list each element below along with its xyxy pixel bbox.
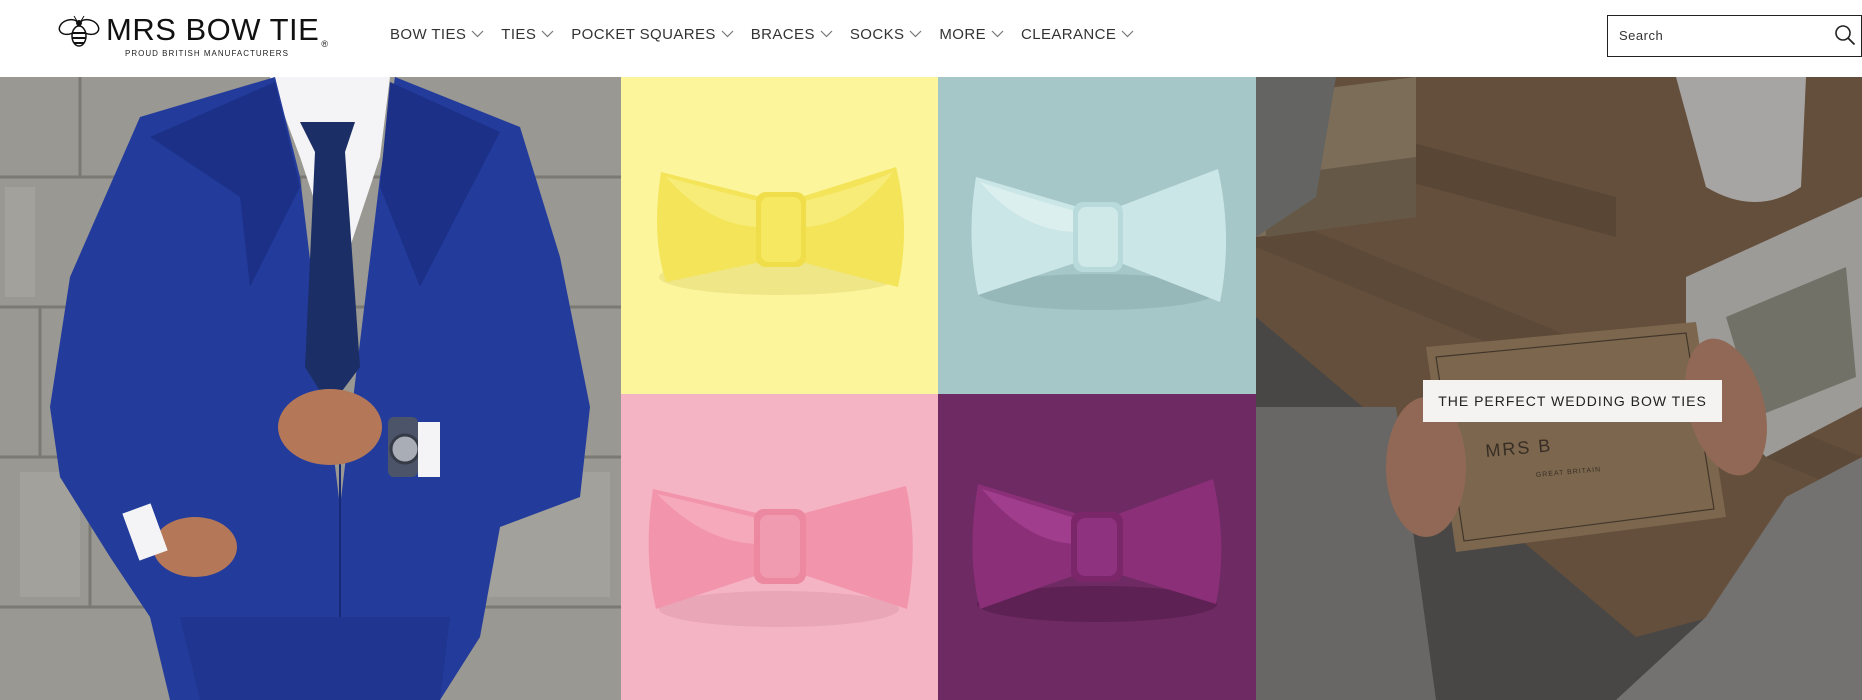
hero-pink-bowtie-panel[interactable] [621, 394, 938, 700]
search-box [1607, 15, 1862, 57]
brand-name: MRS BOW TIE ® [106, 12, 329, 49]
wedding-bow-ties-button[interactable]: THE PERFECT WEDDING BOW TIES [1423, 380, 1722, 422]
nav-bow-ties[interactable]: BOW TIES [390, 26, 484, 43]
nav-more[interactable]: MORE [939, 26, 1004, 43]
nav-pocket-squares[interactable]: POCKET SQUARES [571, 26, 734, 43]
chevron-down-icon [991, 30, 1004, 38]
nav-clearance[interactable]: CLEARANCE [1021, 26, 1134, 43]
nav-label: MORE [939, 25, 986, 43]
chevron-down-icon [820, 30, 833, 38]
brand-logo[interactable]: MRS BOW TIE ® PROUD BRITISH MANUFACTURERS [58, 12, 328, 62]
hero-mint-bowtie-panel[interactable] [938, 77, 1256, 394]
suit-model-image [0, 77, 621, 700]
brand-tagline: PROUD BRITISH MANUFACTURERS [125, 49, 289, 58]
search-input[interactable] [1608, 16, 1818, 55]
main-nav: BOW TIES TIES POCKET SQUARES BRACES SOCK… [390, 0, 1151, 68]
nav-label: BOW TIES [390, 25, 467, 43]
chevron-down-icon [721, 30, 734, 38]
site-header: MRS BOW TIE ® PROUD BRITISH MANUFACTURERS… [0, 0, 1862, 77]
pink-bowtie-image [621, 394, 938, 700]
chevron-down-icon [909, 30, 922, 38]
hero-purple-bowtie-panel[interactable] [938, 394, 1256, 700]
nav-label: BRACES [750, 25, 815, 43]
nav-label: POCKET SQUARES [571, 25, 716, 43]
nav-label: SOCKS [849, 25, 905, 43]
nav-label: TIES [501, 25, 537, 43]
hero-grid: MRS B GREAT BRITAIN THE PERFECT WEDDING … [0, 77, 1862, 700]
hero-suit-panel[interactable] [0, 77, 621, 700]
purple-bowtie-image [938, 394, 1256, 700]
chevron-down-icon [1121, 30, 1134, 38]
bee-icon [58, 15, 100, 47]
nav-socks[interactable]: SOCKS [850, 26, 923, 43]
search-icon[interactable] [1834, 24, 1856, 46]
mint-bowtie-image [938, 77, 1256, 394]
hero-yellow-bowtie-panel[interactable] [621, 77, 938, 394]
yellow-bowtie-image [621, 77, 938, 394]
hero-wedding-panel[interactable]: MRS B GREAT BRITAIN THE PERFECT WEDDING … [1256, 77, 1862, 700]
nav-label: CLEARANCE [1020, 25, 1117, 43]
chevron-down-icon [541, 30, 554, 38]
chevron-down-icon [471, 30, 484, 38]
nav-ties[interactable]: TIES [501, 26, 554, 43]
nav-braces[interactable]: BRACES [751, 26, 833, 43]
